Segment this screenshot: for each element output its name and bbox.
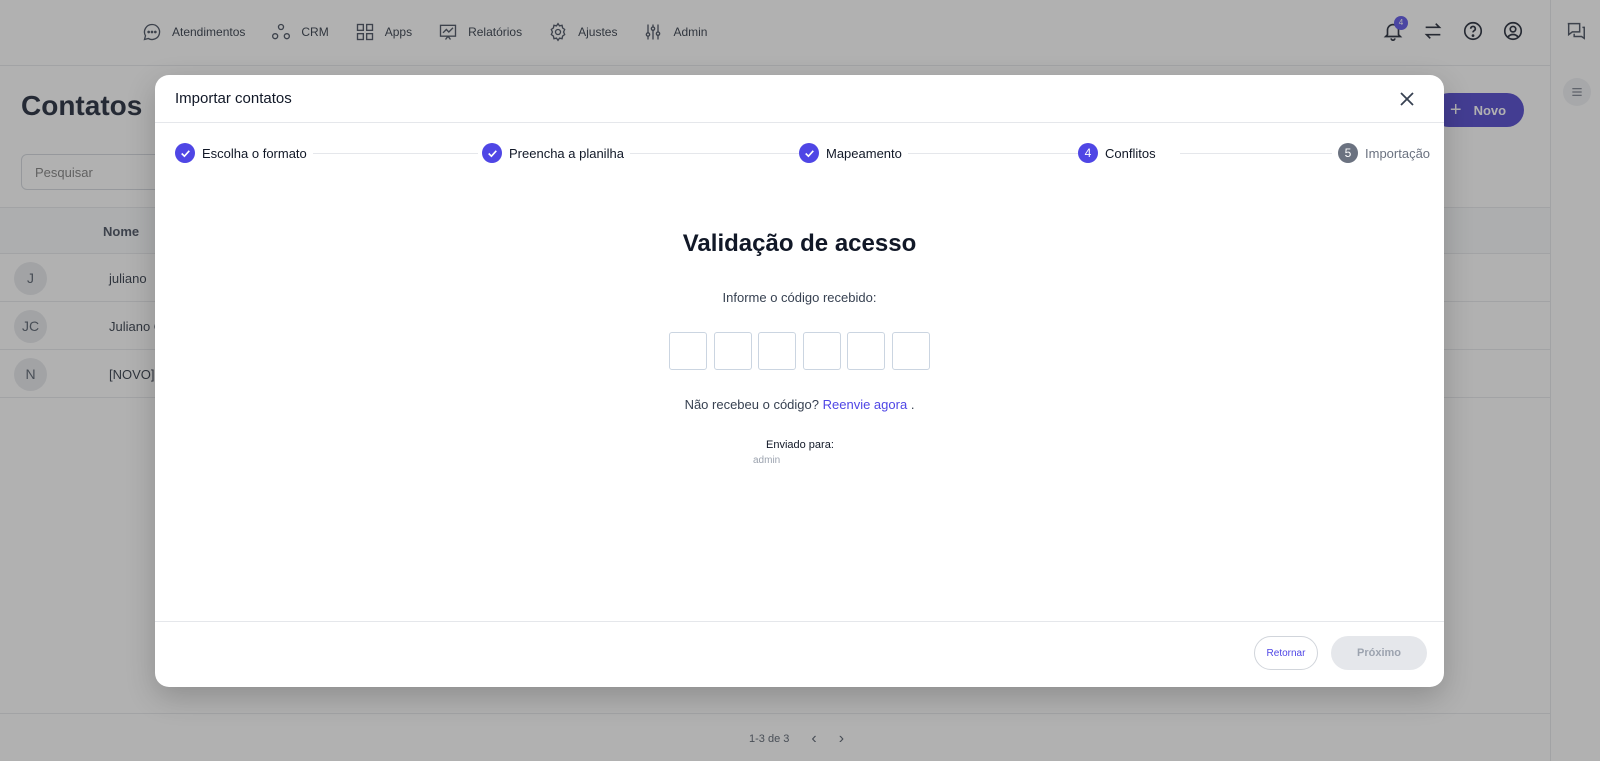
back-button[interactable]: Retornar: [1254, 636, 1318, 670]
step-preencha-planilha[interactable]: Preencha a planilha: [482, 143, 630, 163]
step-mapeamento[interactable]: Mapeamento: [799, 143, 908, 163]
step-label: Importação: [1365, 145, 1431, 161]
validation-subtitle: Informe o código recebido:: [722, 290, 877, 305]
step-escolha-formato[interactable]: Escolha o formato: [175, 143, 313, 163]
modal-title: Importar contatos: [175, 90, 292, 107]
resend-prefix: Não recebeu o código?: [684, 397, 819, 412]
step-conflitos[interactable]: 4 Conflitos: [1078, 143, 1162, 163]
step-label: Preencha a planilha: [509, 145, 624, 161]
step-importacao: 5 Importação: [1332, 143, 1431, 163]
code-inputs: [669, 332, 936, 370]
step-connector: [617, 153, 802, 154]
close-icon: [1400, 92, 1414, 106]
check-icon: [482, 143, 502, 163]
sent-to-label: Enviado para:: [766, 439, 834, 451]
code-digit-input[interactable]: [713, 332, 752, 370]
modal-header: Importar contatos: [155, 75, 1444, 123]
step-connector: [303, 153, 478, 154]
check-icon: [799, 143, 819, 163]
code-digit-input[interactable]: [891, 332, 930, 370]
code-digit-input[interactable]: [847, 332, 885, 370]
step-number: 4: [1078, 143, 1098, 163]
code-digit-input[interactable]: [669, 332, 707, 370]
resend-suffix: .: [910, 397, 915, 412]
step-label: Conflitos: [1105, 145, 1156, 161]
resend-line: Não recebeu o código? Reenvie agora .: [155, 397, 1444, 412]
step-label: Escolha o formato: [202, 145, 307, 161]
next-button[interactable]: Próximo: [1331, 636, 1427, 670]
step-number: 5: [1338, 143, 1358, 163]
validation-title: Validação de acesso: [682, 230, 917, 257]
import-stepper: Escolha o formato Preencha a planilha Ma…: [175, 143, 1431, 163]
modal-footer: Retornar Próximo: [155, 621, 1444, 687]
close-button[interactable]: [1395, 87, 1419, 111]
import-contacts-modal: Importar contatos Escolha o formato Pree…: [155, 75, 1444, 687]
step-connector: [905, 153, 1095, 154]
code-digit-input[interactable]: [802, 332, 841, 370]
code-digit-input[interactable]: [758, 332, 796, 370]
step-connector: [1180, 153, 1340, 154]
step-label: Mapeamento: [826, 145, 902, 161]
sent-to-value: admin: [753, 455, 781, 466]
resend-link[interactable]: Reenvie agora: [823, 397, 908, 412]
check-icon: [175, 143, 195, 163]
